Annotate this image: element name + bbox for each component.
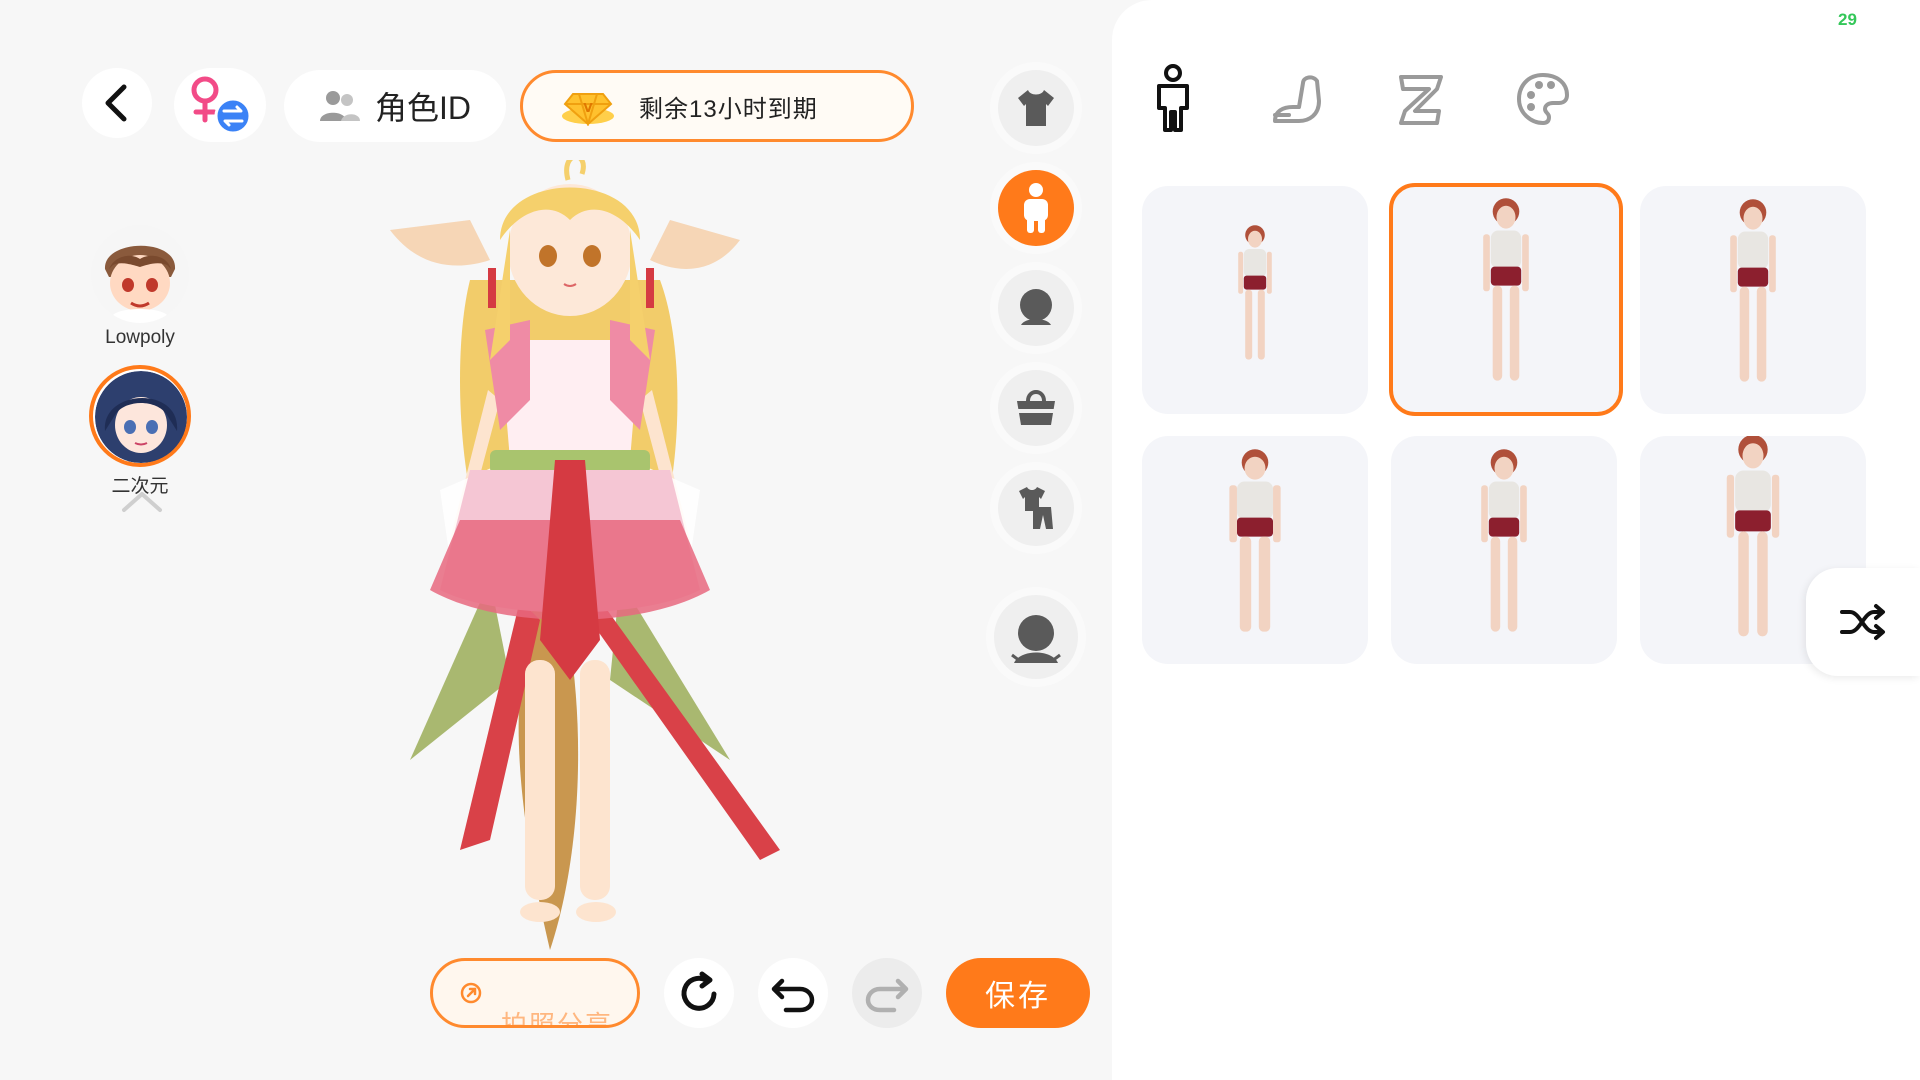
style-label: Lowpoly xyxy=(105,327,175,348)
tab-body-shape[interactable] xyxy=(1138,64,1208,134)
body-preset-card[interactable] xyxy=(1640,186,1866,414)
reset-button[interactable] xyxy=(664,958,734,1028)
character-model[interactable] xyxy=(360,160,880,970)
tab-arm[interactable] xyxy=(1262,64,1332,134)
avatar-preset-icon xyxy=(1011,615,1061,663)
undo-icon xyxy=(771,978,815,1013)
anime-avatar xyxy=(95,371,187,463)
user-group-icon xyxy=(319,91,360,121)
body-icon xyxy=(1024,183,1048,233)
category-face-button[interactable] xyxy=(998,270,1074,346)
role-id-button[interactable]: 角色ID xyxy=(284,70,506,142)
palette-icon xyxy=(1516,72,1570,126)
vip-expiry-badge[interactable]: V 剩余13小时到期 xyxy=(520,70,914,142)
category-body-button[interactable] xyxy=(998,170,1074,246)
category-accessory-button[interactable] xyxy=(998,370,1074,446)
body-preset-figure xyxy=(1238,225,1272,360)
share-label: 拍照分享 xyxy=(501,1010,614,1028)
body-preset-card-selected[interactable] xyxy=(1389,183,1623,416)
lowpoly-avatar xyxy=(91,225,189,323)
arm-icon xyxy=(1273,75,1321,123)
gender-switch-button[interactable] xyxy=(174,68,266,142)
shirt-icon xyxy=(1018,90,1054,126)
female-swap-icon xyxy=(191,76,252,135)
body-preset-figure xyxy=(1483,198,1529,381)
head-icon xyxy=(1020,289,1052,325)
vip-diamond-icon: V xyxy=(562,93,614,126)
share-icon xyxy=(460,982,482,1004)
selected-ring xyxy=(89,365,191,467)
style-selector: Lowpoly 二次元 xyxy=(82,215,198,535)
back-button[interactable] xyxy=(82,68,152,138)
photo-share-button[interactable]: 拍照分享 xyxy=(430,958,640,1028)
chevron-up-icon[interactable] xyxy=(120,490,164,514)
body-shape-icon xyxy=(1157,64,1189,132)
body-preset-figure xyxy=(1730,199,1776,382)
style-item-anime[interactable]: 二次元 xyxy=(82,365,198,498)
role-id-label: 角色ID xyxy=(374,90,471,126)
expiry-label: 剩余13小时到期 xyxy=(639,95,818,123)
redo-button[interactable] xyxy=(852,958,922,1028)
category-preset-button[interactable] xyxy=(994,595,1078,679)
chevron-left-icon xyxy=(105,84,127,122)
tab-leg[interactable] xyxy=(1386,64,1456,134)
fps-counter: 29 xyxy=(1838,10,1857,29)
tab-color[interactable] xyxy=(1508,64,1578,134)
outfit-set-icon xyxy=(1019,487,1053,529)
rotate-icon xyxy=(681,971,717,1011)
category-outfit-button[interactable] xyxy=(998,470,1074,546)
body-preset-figure xyxy=(1229,449,1281,632)
randomize-button[interactable] xyxy=(1806,568,1920,676)
shuffle-icon xyxy=(1840,604,1885,640)
redo-icon xyxy=(865,978,909,1013)
bag-icon xyxy=(1017,390,1055,425)
svg-text:V: V xyxy=(583,101,593,115)
style-item-lowpoly[interactable]: Lowpoly xyxy=(82,225,198,349)
body-preset-card[interactable] xyxy=(1142,436,1368,664)
body-preset-figure xyxy=(1481,449,1527,632)
category-clothing-button[interactable] xyxy=(998,70,1074,146)
category-toolbar xyxy=(984,60,1088,690)
body-preset-card[interactable] xyxy=(1391,436,1617,664)
save-button[interactable]: 保存 xyxy=(946,958,1090,1028)
undo-button[interactable] xyxy=(758,958,828,1028)
body-preset-card[interactable] xyxy=(1142,186,1368,414)
leg-icon xyxy=(1399,75,1443,125)
